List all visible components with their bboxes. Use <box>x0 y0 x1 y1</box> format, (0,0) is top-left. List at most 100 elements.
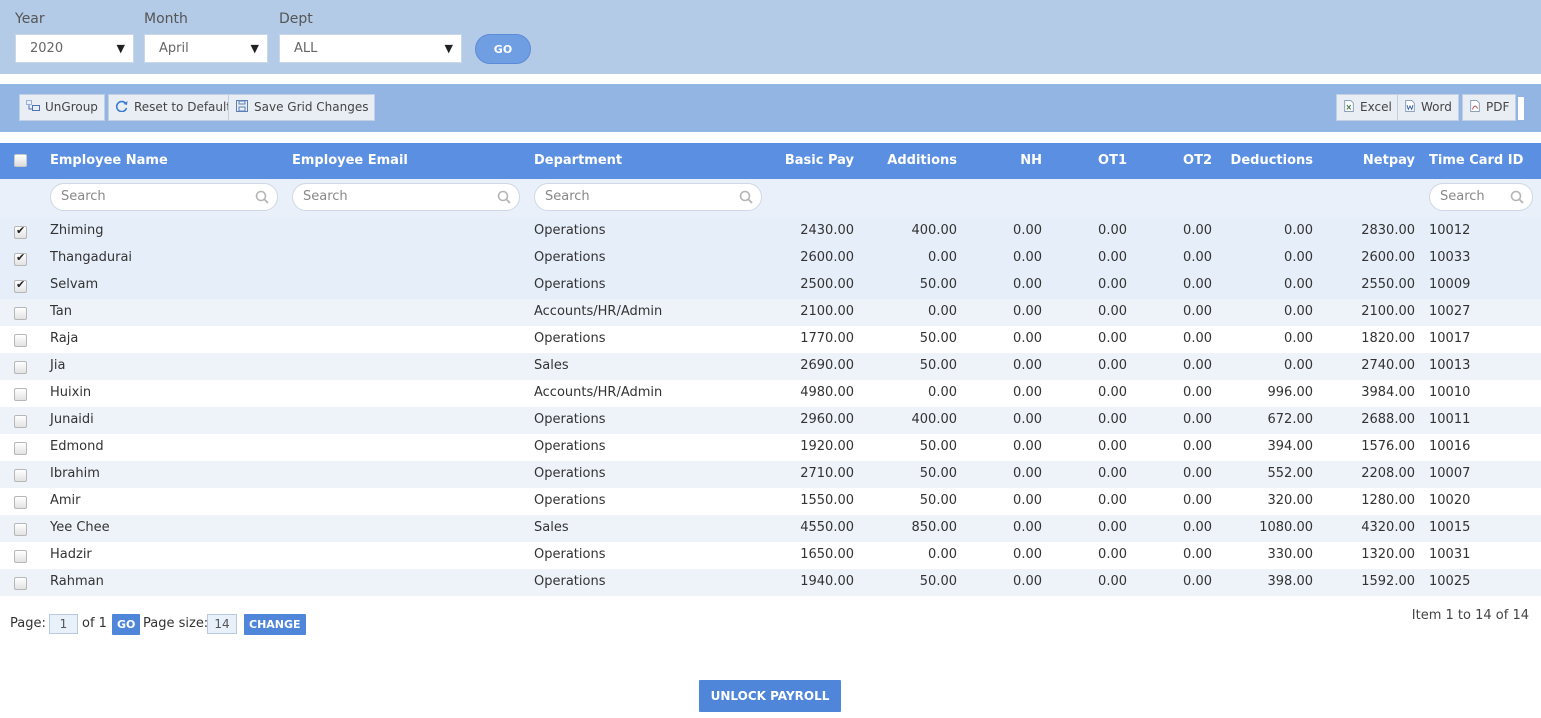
timecard-search-input[interactable]: Search <box>1429 183 1533 211</box>
time-card-id-cell: 10027 <box>1429 304 1471 319</box>
col-netpay[interactable]: Netpay <box>1320 143 1415 179</box>
col-ot2[interactable]: OT2 <box>1130 143 1212 179</box>
deductions-cell: 330.00 <box>1267 547 1314 562</box>
department-search-input[interactable]: Search <box>534 183 762 211</box>
search-placeholder: Search <box>303 189 348 204</box>
row-select-checkbox[interactable] <box>14 496 27 509</box>
col-basic-pay[interactable]: Basic Pay <box>760 143 854 179</box>
table-row[interactable]: Zhiming Operations 2430.00 400.00 0.00 0.00 0.… <box>0 218 1541 245</box>
col-employee-email[interactable]: Employee Email <box>292 143 408 179</box>
deductions-cell: 0.00 <box>1284 331 1313 346</box>
filter-go-button[interactable]: GO <box>475 34 531 64</box>
department-cell: Operations <box>534 331 606 346</box>
table-row[interactable]: Raja Operations 1770.00 50.00 0.00 0.00 0.00 0.… <box>0 326 1541 353</box>
basic-pay-cell: 2960.00 <box>800 412 854 427</box>
table-row[interactable]: Jia Sales 2690.00 50.00 0.00 0.00 0.00 0.00 2740… <box>0 353 1541 380</box>
employee-name-cell: Thangadurai <box>50 250 133 265</box>
reset-default-label: Reset to Default <box>134 100 232 114</box>
deductions-cell: 320.00 <box>1267 493 1314 508</box>
unlock-payroll-button[interactable]: UNLOCK PAYROLL <box>699 680 841 712</box>
basic-pay-cell: 1920.00 <box>800 439 854 454</box>
search-icon <box>255 190 269 204</box>
search-placeholder: Search <box>545 189 590 204</box>
table-row[interactable]: Junaidi Operations 2960.00 400.00 0.00 0.00 0.… <box>0 407 1541 434</box>
deductions-cell: 996.00 <box>1267 385 1314 400</box>
dept-select[interactable]: ALL ▼ <box>279 34 462 63</box>
col-department[interactable]: Department <box>534 143 622 179</box>
reset-default-button[interactable]: Reset to Default <box>108 94 239 121</box>
netpay-cell: 2208.00 <box>1361 466 1415 481</box>
row-select-checkbox[interactable] <box>14 550 27 563</box>
ungroup-icon <box>26 100 40 111</box>
row-select-checkbox[interactable] <box>14 307 27 320</box>
table-row[interactable]: Huixin Accounts/HR/Admin 4980.00 0.00 0.00 0.… <box>0 380 1541 407</box>
page-of-label: of 1 <box>82 616 107 631</box>
page-size-input[interactable]: 14 <box>207 614 237 634</box>
search-icon <box>1510 190 1524 204</box>
nh-cell: 0.00 <box>1013 412 1042 427</box>
year-select-value: 2020 <box>30 41 64 56</box>
employee-name-cell: Ibrahim <box>50 466 100 481</box>
ot1-cell: 0.00 <box>1098 520 1127 535</box>
row-select-checkbox[interactable] <box>14 442 27 455</box>
table-row[interactable]: Selvam Operations 2500.00 50.00 0.00 0.00 0.00… <box>0 272 1541 299</box>
save-grid-changes-button[interactable]: Save Grid Changes <box>228 94 376 121</box>
ungroup-button[interactable]: UnGroup <box>19 94 105 121</box>
nh-cell: 0.00 <box>1013 439 1042 454</box>
row-select-checkbox[interactable] <box>14 577 27 590</box>
table-row[interactable]: Thangadurai Operations 2600.00 0.00 0.00 0.00… <box>0 245 1541 272</box>
basic-pay-cell: 1550.00 <box>800 493 854 508</box>
time-card-id-cell: 10011 <box>1429 412 1471 427</box>
table-row[interactable]: Hadzir Operations 1650.00 0.00 0.00 0.00 0.00 3… <box>0 542 1541 569</box>
page-go-button[interactable]: GO <box>112 614 141 635</box>
ot2-cell: 0.00 <box>1183 520 1212 535</box>
row-select-checkbox[interactable] <box>14 278 27 293</box>
col-ot1[interactable]: OT1 <box>1045 143 1127 179</box>
employee-name-cell: Edmond <box>50 439 104 454</box>
deductions-cell: 394.00 <box>1267 439 1314 454</box>
email-search-input[interactable]: Search <box>292 183 520 211</box>
ot2-cell: 0.00 <box>1183 250 1212 265</box>
nh-cell: 0.00 <box>1013 277 1042 292</box>
additions-cell: 50.00 <box>919 493 957 508</box>
additions-cell: 0.00 <box>928 250 957 265</box>
ot1-cell: 0.00 <box>1098 331 1127 346</box>
col-nh[interactable]: NH <box>960 143 1042 179</box>
row-select-checkbox[interactable] <box>14 469 27 482</box>
row-select-checkbox[interactable] <box>14 334 27 347</box>
search-placeholder: Search <box>61 189 106 204</box>
row-select-checkbox[interactable] <box>14 224 27 239</box>
col-time-card-id[interactable]: Time Card ID <box>1429 143 1523 179</box>
change-page-size-button[interactable]: CHANGE <box>244 614 306 635</box>
export-pdf-button[interactable]: PDF <box>1462 94 1517 121</box>
row-select-checkbox[interactable] <box>14 361 27 374</box>
table-row[interactable]: Amir Operations 1550.00 50.00 0.00 0.00 0.00 32… <box>0 488 1541 515</box>
export-word-button[interactable]: Word <box>1397 94 1459 121</box>
ot2-cell: 0.00 <box>1183 574 1212 589</box>
additions-cell: 50.00 <box>919 574 957 589</box>
col-additions[interactable]: Additions <box>860 143 957 179</box>
row-select-checkbox[interactable] <box>14 251 27 266</box>
table-row[interactable]: Edmond Operations 1920.00 50.00 0.00 0.00 0.00… <box>0 434 1541 461</box>
employee-name-cell: Hadzir <box>50 547 92 562</box>
table-row[interactable]: Rahman Operations 1940.00 50.00 0.00 0.00 0.00… <box>0 569 1541 596</box>
row-select-checkbox[interactable] <box>14 388 27 401</box>
table-row[interactable]: Ibrahim Operations 2710.00 50.00 0.00 0.00 0.0… <box>0 461 1541 488</box>
col-employee-name[interactable]: Employee Name <box>50 143 168 179</box>
month-select[interactable]: April ▼ <box>144 34 268 63</box>
row-select-checkbox[interactable] <box>14 415 27 428</box>
save-grid-changes-label: Save Grid Changes <box>254 100 369 114</box>
export-excel-button[interactable]: Excel <box>1336 94 1399 121</box>
ot1-cell: 0.00 <box>1098 250 1127 265</box>
table-row[interactable]: Yee Chee Sales 4550.00 850.00 0.00 0.00 0.00 10… <box>0 515 1541 542</box>
pdf-file-icon <box>1470 100 1480 112</box>
year-select[interactable]: 2020 ▼ <box>15 34 134 63</box>
additions-cell: 50.00 <box>919 277 957 292</box>
table-row[interactable]: Tan Accounts/HR/Admin 2100.00 0.00 0.00 0.00 0… <box>0 299 1541 326</box>
name-search-input[interactable]: Search <box>50 183 278 211</box>
ot2-cell: 0.00 <box>1183 412 1212 427</box>
select-all-checkbox[interactable] <box>14 154 27 167</box>
row-select-checkbox[interactable] <box>14 523 27 536</box>
col-deductions[interactable]: Deductions <box>1215 143 1313 179</box>
page-number-input[interactable]: 1 <box>49 614 78 634</box>
